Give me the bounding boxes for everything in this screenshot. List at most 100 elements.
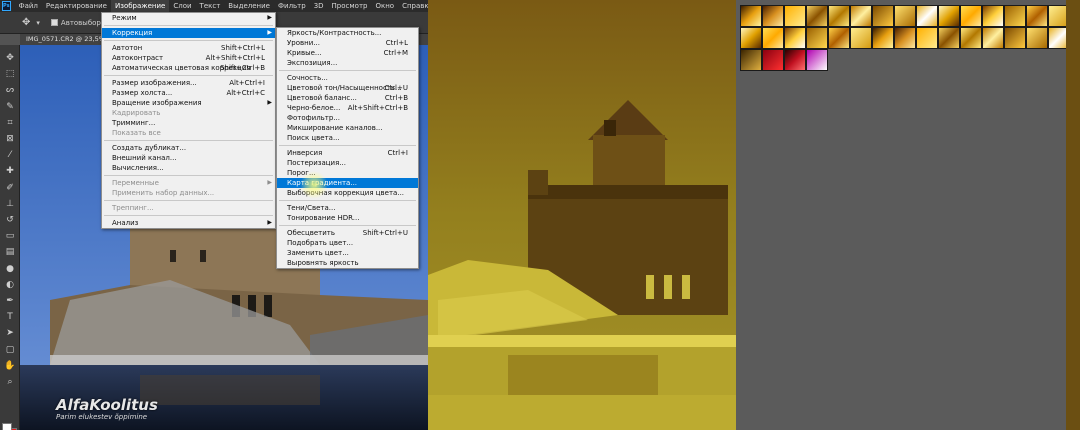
gradient-preset-tile[interactable] (740, 49, 762, 71)
blur-icon[interactable]: ● (3, 262, 17, 276)
gradient-preset-tile[interactable] (872, 5, 894, 27)
menu-item[interactable]: Размер холста... Alt+Ctrl+C (102, 88, 275, 98)
menu-item[interactable]: Цветовой баланс... Ctrl+B (277, 93, 418, 103)
menu-item[interactable]: Автоконтраст Alt+Shift+Ctrl+L (102, 53, 275, 63)
menu-item[interactable]: Сочность... (277, 73, 418, 83)
gradient-preset-tile[interactable] (850, 27, 872, 49)
quick-select-icon[interactable]: ✎ (3, 100, 17, 114)
gradient-preset-tile[interactable] (828, 27, 850, 49)
gradient-preset-tile[interactable] (740, 5, 762, 27)
menu-item[interactable]: Черно-белое... Alt+Shift+Ctrl+B (277, 103, 418, 113)
menubar-item[interactable]: Выделение (224, 0, 274, 12)
gradient-preset-tile[interactable] (784, 27, 806, 49)
gradient-preset-tile[interactable] (982, 5, 1004, 27)
menu-item[interactable]: Порог... (277, 168, 418, 178)
frame-icon[interactable]: ⊠ (3, 132, 17, 146)
menu-item[interactable]: Автоматическая цветовая коррекция Shift+C… (102, 63, 275, 73)
move-icon[interactable]: ✥ (3, 51, 17, 65)
menubar-item[interactable]: Просмотр (328, 0, 372, 12)
gradient-icon[interactable]: ▤ (3, 245, 17, 259)
move-tool-icon[interactable]: ✥ (22, 17, 30, 28)
menubar-item[interactable]: Файл (15, 0, 42, 12)
gradient-preset-tile[interactable] (960, 27, 982, 49)
menubar-item[interactable]: Слои (169, 0, 195, 12)
menu-item[interactable]: Обесцветить Shift+Ctrl+U (277, 228, 418, 238)
menu-item[interactable]: Уровни... Ctrl+L (277, 38, 418, 48)
menu-item[interactable]: Экспозиция... (277, 58, 418, 68)
menu-item[interactable]: Микширование каналов... (277, 123, 418, 133)
menu-item[interactable]: Выровнять яркость (277, 258, 418, 268)
menu-item[interactable]: Вычисления... (102, 163, 275, 173)
gradient-preset-tile[interactable] (960, 5, 982, 27)
gradient-preset-tile[interactable] (916, 27, 938, 49)
gradient-preset-tile[interactable] (784, 5, 806, 27)
menubar-item[interactable]: Редактирование (42, 0, 111, 12)
shape-icon[interactable]: ▢ (3, 343, 17, 357)
gradient-preset-tile[interactable] (872, 27, 894, 49)
gradient-preset-tile[interactable] (894, 5, 916, 27)
pen-icon[interactable]: ✒ (3, 294, 17, 308)
gradient-preset-tile[interactable] (762, 27, 784, 49)
type-icon[interactable]: T (3, 310, 17, 324)
menubar-item[interactable]: 3D (310, 0, 328, 12)
menu-item[interactable]: Инверсия Ctrl+I (277, 148, 418, 158)
lasso-icon[interactable]: ᔕ (3, 83, 17, 97)
menubar-item[interactable]: Окно (371, 0, 398, 12)
menu-item[interactable]: Яркость/Контрастность... (277, 28, 418, 38)
gradient-preset-tile[interactable] (938, 27, 960, 49)
path-select-icon[interactable]: ➤ (3, 326, 17, 340)
menubar-item[interactable]: Фильтр (274, 0, 310, 12)
gradient-preset-tile[interactable] (1026, 27, 1048, 49)
marquee-icon[interactable]: ⬚ (3, 67, 17, 81)
gradient-preset-tile[interactable] (938, 5, 960, 27)
foreground-color-swatch[interactable] (2, 423, 12, 430)
gradient-preset-tile[interactable] (784, 49, 806, 71)
gradient-preset-tile[interactable] (894, 27, 916, 49)
crop-icon[interactable]: ⌗ (3, 116, 17, 130)
gradient-preset-tile[interactable] (850, 5, 872, 27)
menu-item[interactable]: Подобрать цвет... (277, 238, 418, 248)
menubar-item[interactable]: Изображение (111, 0, 170, 12)
brush-icon[interactable]: ✐ (3, 181, 17, 195)
menu-item[interactable]: Карта градиента... (277, 178, 418, 188)
gradient-preset-tile[interactable] (806, 49, 828, 71)
gradient-preset-tile[interactable] (806, 27, 828, 49)
eraser-icon[interactable]: ▭ (3, 229, 17, 243)
menu-item[interactable]: Анализ ▶ (102, 218, 275, 228)
gradient-preset-tile[interactable] (828, 5, 850, 27)
autoselect-checkbox[interactable] (50, 19, 58, 26)
zoom-icon[interactable]: ⌕ (3, 375, 17, 389)
gradient-preset-tile[interactable] (762, 49, 784, 71)
gradient-preset-tile[interactable] (1004, 5, 1026, 27)
gradient-preset-tile[interactable] (740, 27, 762, 49)
healing-icon[interactable]: ✚ (3, 164, 17, 178)
gradient-preset-tile[interactable] (1026, 5, 1048, 27)
menu-item[interactable]: Автотон Shift+Ctrl+L (102, 43, 275, 53)
menu-item[interactable]: Тонирование HDR... (277, 213, 418, 223)
menu-item[interactable]: Тримминг... (102, 118, 275, 128)
gradient-preset-tile[interactable] (806, 5, 828, 27)
menu-item[interactable]: Внешний канал... (102, 153, 275, 163)
menu-item[interactable]: Фотофильтр... (277, 113, 418, 123)
gradient-preset-tile[interactable] (1004, 27, 1026, 49)
gradient-preset-tile[interactable] (762, 5, 784, 27)
gradient-preset-tile[interactable] (982, 27, 1004, 49)
menu-item[interactable]: Поиск цвета... (277, 133, 418, 143)
menu-item[interactable]: Выборочная коррекция цвета... (277, 188, 418, 198)
eyedropper-icon[interactable]: ⁄ (3, 148, 17, 162)
menu-item[interactable]: Заменить цвет... (277, 248, 418, 258)
menu-item[interactable]: Постеризация... (277, 158, 418, 168)
menu-item[interactable]: Тени/Света... (277, 203, 418, 213)
menubar-item[interactable]: Текст (196, 0, 225, 12)
menu-item[interactable]: Кривые... Ctrl+M (277, 48, 418, 58)
menubar-item[interactable]: Справка (398, 0, 428, 12)
history-brush-icon[interactable]: ↺ (3, 213, 17, 227)
menu-item[interactable]: Режим ▶ (102, 13, 275, 23)
menu-item[interactable]: Коррекция ▶ (102, 28, 275, 38)
dodge-icon[interactable]: ◐ (3, 278, 17, 292)
menu-item[interactable]: Создать дубликат... (102, 143, 275, 153)
gradient-preset-tile[interactable] (916, 5, 938, 27)
chevron-down-icon[interactable]: ▾ (36, 19, 40, 27)
stamp-icon[interactable]: ⊥ (3, 197, 17, 211)
hand-icon[interactable]: ✋ (3, 359, 17, 373)
